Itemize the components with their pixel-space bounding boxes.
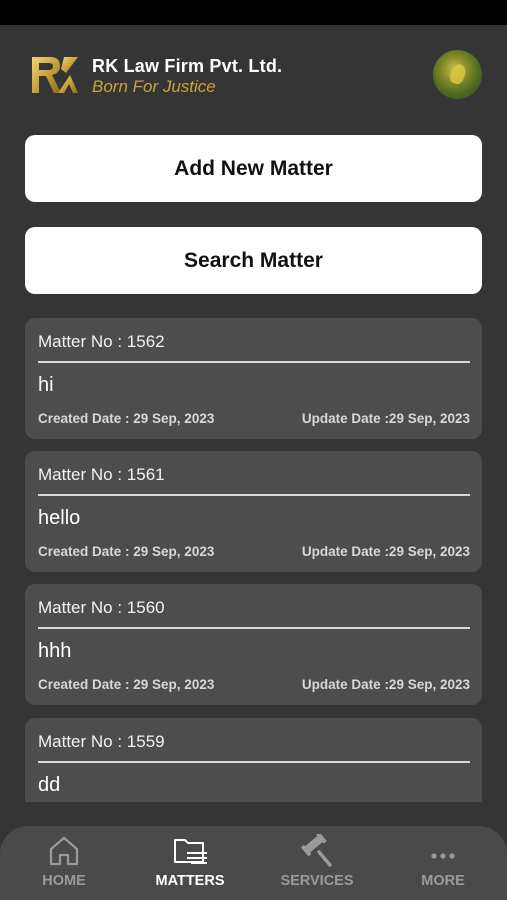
home-icon bbox=[49, 836, 79, 866]
rk-logo bbox=[32, 57, 78, 93]
gavel-icon bbox=[301, 834, 332, 867]
matter-title: hhh bbox=[38, 640, 72, 662]
firm-tagline: Born For Justice bbox=[92, 77, 216, 96]
nav-more[interactable]: MORE bbox=[380, 826, 506, 900]
divider bbox=[38, 627, 470, 629]
matter-number: Matter No : 1559 bbox=[38, 732, 165, 751]
created-date: Created Date : 29 Sep, 2023 bbox=[38, 677, 215, 692]
more-icon bbox=[431, 853, 455, 859]
updated-date: Update Date :29 Sep, 2023 bbox=[301, 411, 470, 426]
nav-matters-label: MATTERS bbox=[155, 873, 225, 889]
profile-avatar[interactable] bbox=[433, 50, 482, 99]
matter-number: Matter No : 1561 bbox=[38, 465, 165, 484]
matter-title: dd bbox=[38, 774, 61, 796]
matter-title: hi bbox=[38, 374, 54, 396]
created-date: Created Date : 29 Sep, 2023 bbox=[38, 544, 215, 559]
created-date: Created Date : 29 Sep, 2023 bbox=[38, 411, 215, 426]
matter-card[interactable]: Matter No : 1562 hi Created Date : 29 Se… bbox=[25, 318, 482, 439]
divider bbox=[38, 761, 470, 763]
matter-number: Matter No : 1560 bbox=[38, 598, 165, 617]
add-new-matter-button[interactable]: Add New Matter bbox=[25, 135, 482, 202]
firm-name: RK Law Firm Pvt. Ltd. bbox=[92, 56, 283, 76]
folder-icon bbox=[174, 839, 207, 864]
nav-matters[interactable]: MATTERS bbox=[127, 826, 253, 900]
matter-card[interactable]: Matter No : 1560 hhh Created Date : 29 S… bbox=[25, 584, 482, 705]
nav-services[interactable]: SERVICES bbox=[254, 826, 380, 900]
matter-title: hello bbox=[38, 507, 81, 529]
nav-more-label: MORE bbox=[421, 873, 465, 889]
updated-date: Update Date :29 Sep, 2023 bbox=[301, 544, 470, 559]
matter-number: Matter No : 1562 bbox=[38, 332, 165, 351]
matter-card[interactable]: Matter No : 1559 dd bbox=[25, 718, 482, 802]
matter-card[interactable]: Matter No : 1561 hello Created Date : 29… bbox=[25, 451, 482, 572]
nav-services-label: SERVICES bbox=[280, 873, 354, 889]
app-header: RK Law Firm Pvt. Ltd. Born For Justice bbox=[0, 25, 507, 135]
divider bbox=[38, 361, 470, 363]
matter-list[interactable]: Matter No : 1562 hi Created Date : 29 Se… bbox=[25, 318, 482, 802]
bottom-navigation: HOME MATTERS SERVICES MORE bbox=[0, 826, 507, 900]
nav-home-label: HOME bbox=[42, 873, 86, 889]
divider bbox=[38, 494, 470, 496]
status-bar bbox=[0, 0, 507, 25]
search-matter-button[interactable]: Search Matter bbox=[25, 227, 482, 294]
nav-home[interactable]: HOME bbox=[1, 826, 127, 900]
updated-date: Update Date :29 Sep, 2023 bbox=[301, 677, 470, 692]
